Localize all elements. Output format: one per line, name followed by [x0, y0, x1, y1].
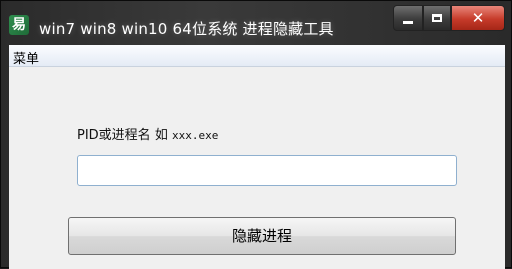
main-window: 易 win7 win8 win10 64位系统 进程隐藏工具 ✕ 菜单 PID或…	[0, 0, 512, 269]
title-bar[interactable]: 易 win7 win8 win10 64位系统 进程隐藏工具 ✕	[1, 1, 511, 45]
window-controls: ✕	[393, 5, 505, 35]
client-area: PID或进程名 如 xxx.exe 隐藏进程	[9, 67, 505, 269]
menu-item-menu[interactable]: 菜单	[13, 48, 39, 67]
app-icon[interactable]: 易	[9, 15, 29, 35]
pid-label: PID或进程名 如 xxx.exe	[77, 124, 218, 143]
close-button[interactable]: ✕	[451, 5, 505, 31]
close-icon: ✕	[471, 8, 485, 27]
menu-bar: 菜单	[9, 45, 505, 67]
maximize-button[interactable]	[423, 5, 451, 31]
minimize-button[interactable]	[393, 5, 423, 31]
window-title: win7 win8 win10 64位系统 进程隐藏工具	[39, 20, 334, 38]
maximize-icon	[432, 14, 442, 22]
pid-input[interactable]	[77, 155, 457, 186]
pid-label-text: PID或进程名 如	[77, 128, 172, 143]
hide-process-button[interactable]: 隐藏进程	[68, 217, 456, 255]
pid-label-example: xxx.exe	[171, 129, 219, 142]
minimize-icon	[403, 20, 413, 24]
